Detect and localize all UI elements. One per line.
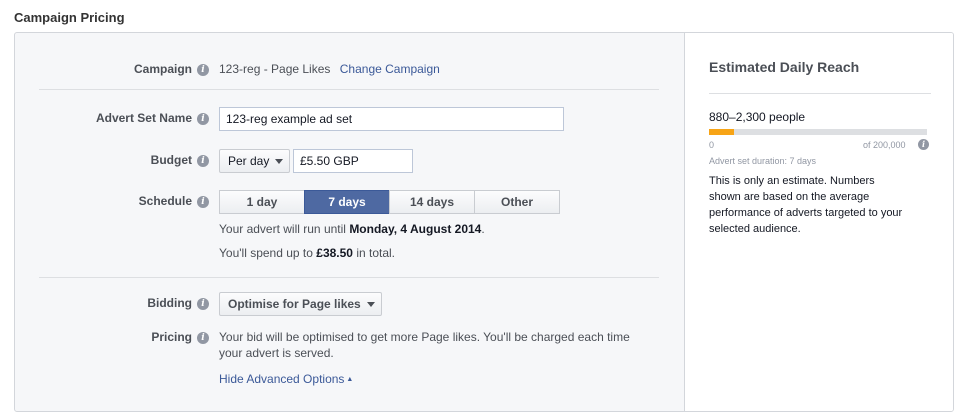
divider: [39, 89, 659, 90]
info-icon[interactable]: i: [197, 298, 209, 310]
reach-duration: Advert set duration: 7 days: [709, 156, 817, 166]
spend-prefix: You'll spend up to: [219, 246, 313, 260]
run-until-text: Your advert will run until Monday, 4 Aug…: [219, 222, 485, 236]
reach-note-line: shown are based on the average: [709, 191, 870, 203]
reach-note-line: selected audience.: [709, 223, 801, 235]
budget-amount-input[interactable]: £5.50 GBP: [293, 149, 413, 173]
reach-note-line: This is only an estimate. Numbers: [709, 175, 875, 187]
reach-title: Estimated Daily Reach: [709, 59, 860, 75]
campaign-field: 123-reg - Page Likes Change Campaign: [219, 62, 440, 76]
campaign-value: 123-reg - Page Likes: [219, 62, 331, 76]
reach-bar: [709, 129, 927, 135]
pricing-line-1: Your bid will be optimised to get more P…: [219, 330, 630, 344]
advert-set-label: Advert Set Name: [95, 111, 192, 125]
chevron-down-icon: [275, 159, 284, 165]
budget-type-select[interactable]: Per day: [219, 149, 290, 173]
hide-advanced-options-link[interactable]: Hide Advanced Options ▲: [219, 372, 353, 386]
schedule-option-other[interactable]: Other: [474, 190, 560, 214]
info-icon[interactable]: i: [197, 155, 209, 167]
pricing-row: Pricing i Your bid will be optimised to …: [15, 329, 684, 389]
schedule-row: Schedule i 1 day 7 days 14 days Other: [15, 189, 684, 215]
collapse-arrow-icon: ▲: [346, 376, 354, 384]
hide-advanced-label[interactable]: Hide Advanced Options: [219, 372, 344, 386]
schedule-option-7-days[interactable]: 7 days: [304, 190, 390, 214]
info-icon[interactable]: i: [197, 332, 209, 344]
budget-row: Budget i Per day £5.50 GBP: [15, 148, 684, 174]
spend-text: You'll spend up to £38.50 in total.: [219, 246, 395, 260]
chevron-down-icon: [366, 302, 375, 308]
pricing-label: Pricing: [151, 330, 192, 344]
budget-type-value: Per day: [228, 154, 270, 168]
info-icon[interactable]: i: [918, 139, 929, 150]
bidding-label: Bidding: [147, 296, 192, 310]
run-until-prefix: Your advert will run until: [219, 222, 346, 236]
run-until-date: Monday, 4 August 2014: [349, 222, 482, 236]
bidding-value: Optimise for Page likes: [228, 297, 361, 311]
spend-amount: £38.50: [316, 246, 353, 260]
bidding-select[interactable]: Optimise for Page likes: [219, 292, 382, 316]
reach-bar-fill: [709, 129, 734, 135]
reach-axis-max: of 200,000: [863, 140, 906, 150]
estimated-reach-panel: Estimated Daily Reach 880–2,300 people 0…: [684, 33, 953, 411]
spend-suffix: in total.: [356, 246, 396, 260]
reach-note: This is only an estimate. Numbers shown …: [709, 173, 944, 237]
schedule-segmented-control: 1 day 7 days 14 days Other: [219, 190, 560, 214]
section-title: Campaign Pricing: [14, 10, 125, 25]
info-icon[interactable]: i: [197, 113, 209, 125]
divider: [709, 93, 931, 94]
reach-people: 880–2,300 people: [709, 110, 806, 124]
advert-set-row: Advert Set Name i 123-reg example ad set: [15, 107, 684, 133]
reach-note-line: performance of adverts targeted to your: [709, 207, 903, 219]
campaign-pricing-panel: Campaign i 123-reg - Page Likes Change C…: [14, 32, 954, 412]
campaign-label: Campaign: [133, 62, 192, 76]
settings-column: Campaign i 123-reg - Page Likes Change C…: [15, 33, 684, 411]
schedule-option-14-days[interactable]: 14 days: [389, 190, 475, 214]
pricing-line-2: your advert is served.: [219, 346, 334, 360]
reach-axis-min: 0: [709, 140, 715, 150]
change-campaign-link[interactable]: Change Campaign: [340, 62, 440, 76]
advert-set-name-input[interactable]: 123-reg example ad set: [219, 107, 564, 131]
budget-label: Budget: [150, 153, 192, 167]
schedule-label: Schedule: [138, 194, 192, 208]
schedule-option-1-day[interactable]: 1 day: [219, 190, 305, 214]
info-icon[interactable]: i: [197, 196, 209, 208]
campaign-row: Campaign i 123-reg - Page Likes Change C…: [15, 61, 684, 79]
run-until-suffix: .: [481, 222, 485, 236]
bidding-row: Bidding i Optimise for Page likes: [15, 291, 684, 317]
info-icon[interactable]: i: [197, 64, 209, 76]
divider: [39, 277, 659, 278]
